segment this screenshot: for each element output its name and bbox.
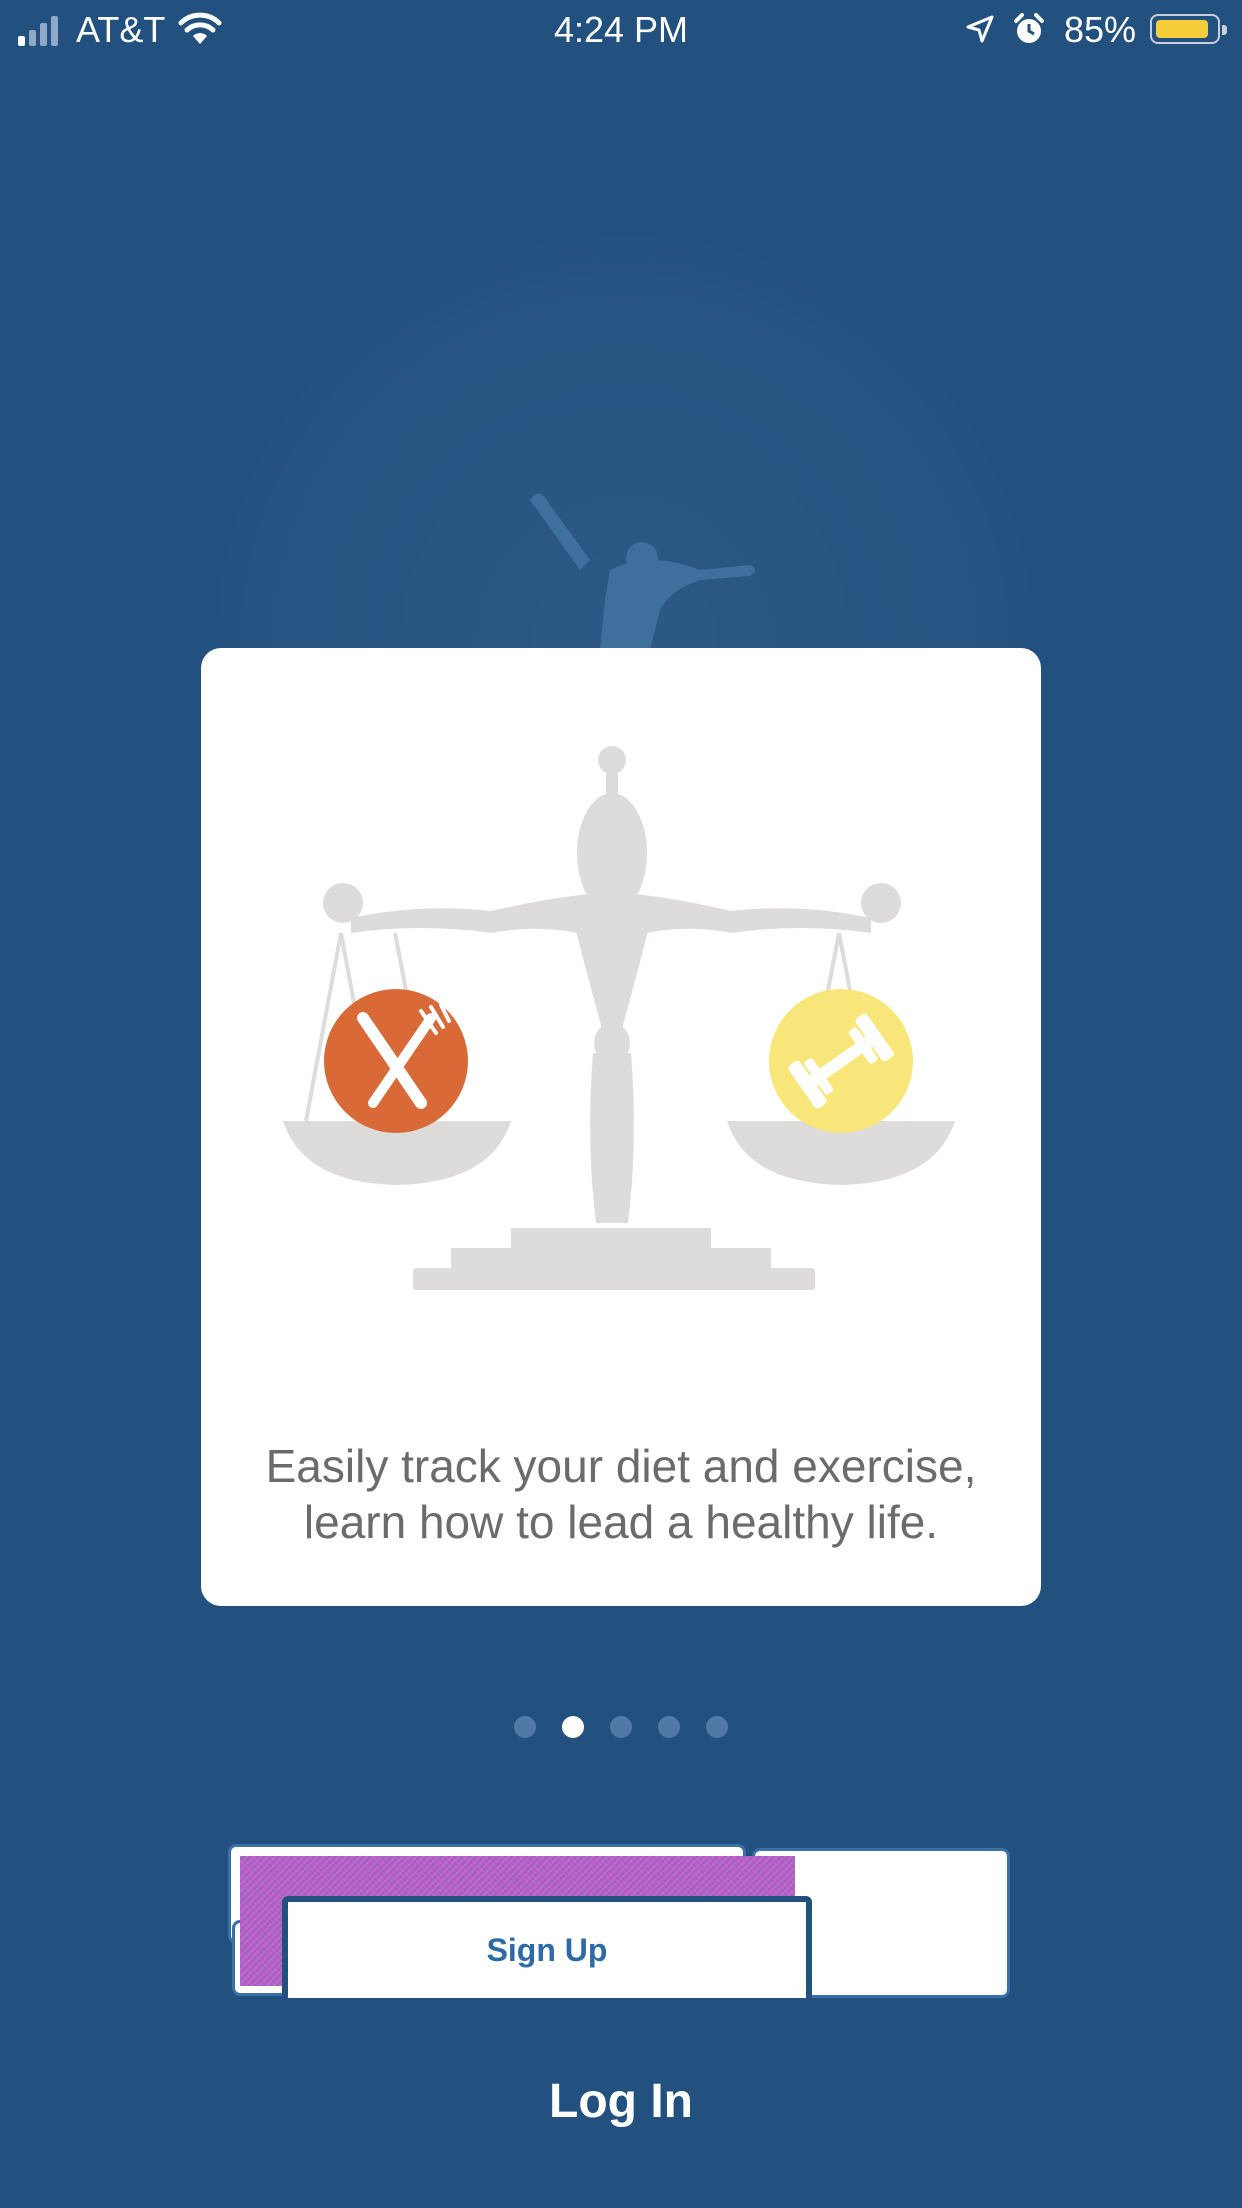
fork-knife-icon [324,989,468,1133]
log-in-button[interactable]: Log In [0,2074,1242,2129]
page-dot[interactable] [706,1716,728,1738]
dumbbell-icon [769,989,913,1133]
caption-line-2: learn how to lead a healthy life. [303,1496,939,1548]
balance-scale-icon [283,746,955,1290]
dancer-silhouette-icon [530,493,755,650]
page-indicator[interactable] [0,1716,1242,1738]
clock: 4:24 PM [553,9,689,50]
page-dot[interactable] [658,1716,680,1738]
page-dot[interactable] [610,1716,632,1738]
page-dot[interactable] [514,1716,536,1738]
sign-up-button[interactable]: Sign Up [282,1896,812,2004]
status-bar: AT&T 4:24 PM 85% [0,0,1242,62]
caption-line-1: Easily track your diet and exercise, [265,1440,977,1492]
location-arrow-icon [966,15,994,43]
onboarding-card: Easily track your diet and exercise, lea… [201,648,1041,1606]
alarm-icon [1014,13,1044,43]
battery-level [1156,20,1208,38]
battery-icon [1150,14,1227,44]
page-dot-active[interactable] [562,1716,584,1738]
onboarding-caption: Easily track your diet and exercise, lea… [201,1438,1041,1550]
battery-percent: 85% [1064,9,1137,50]
